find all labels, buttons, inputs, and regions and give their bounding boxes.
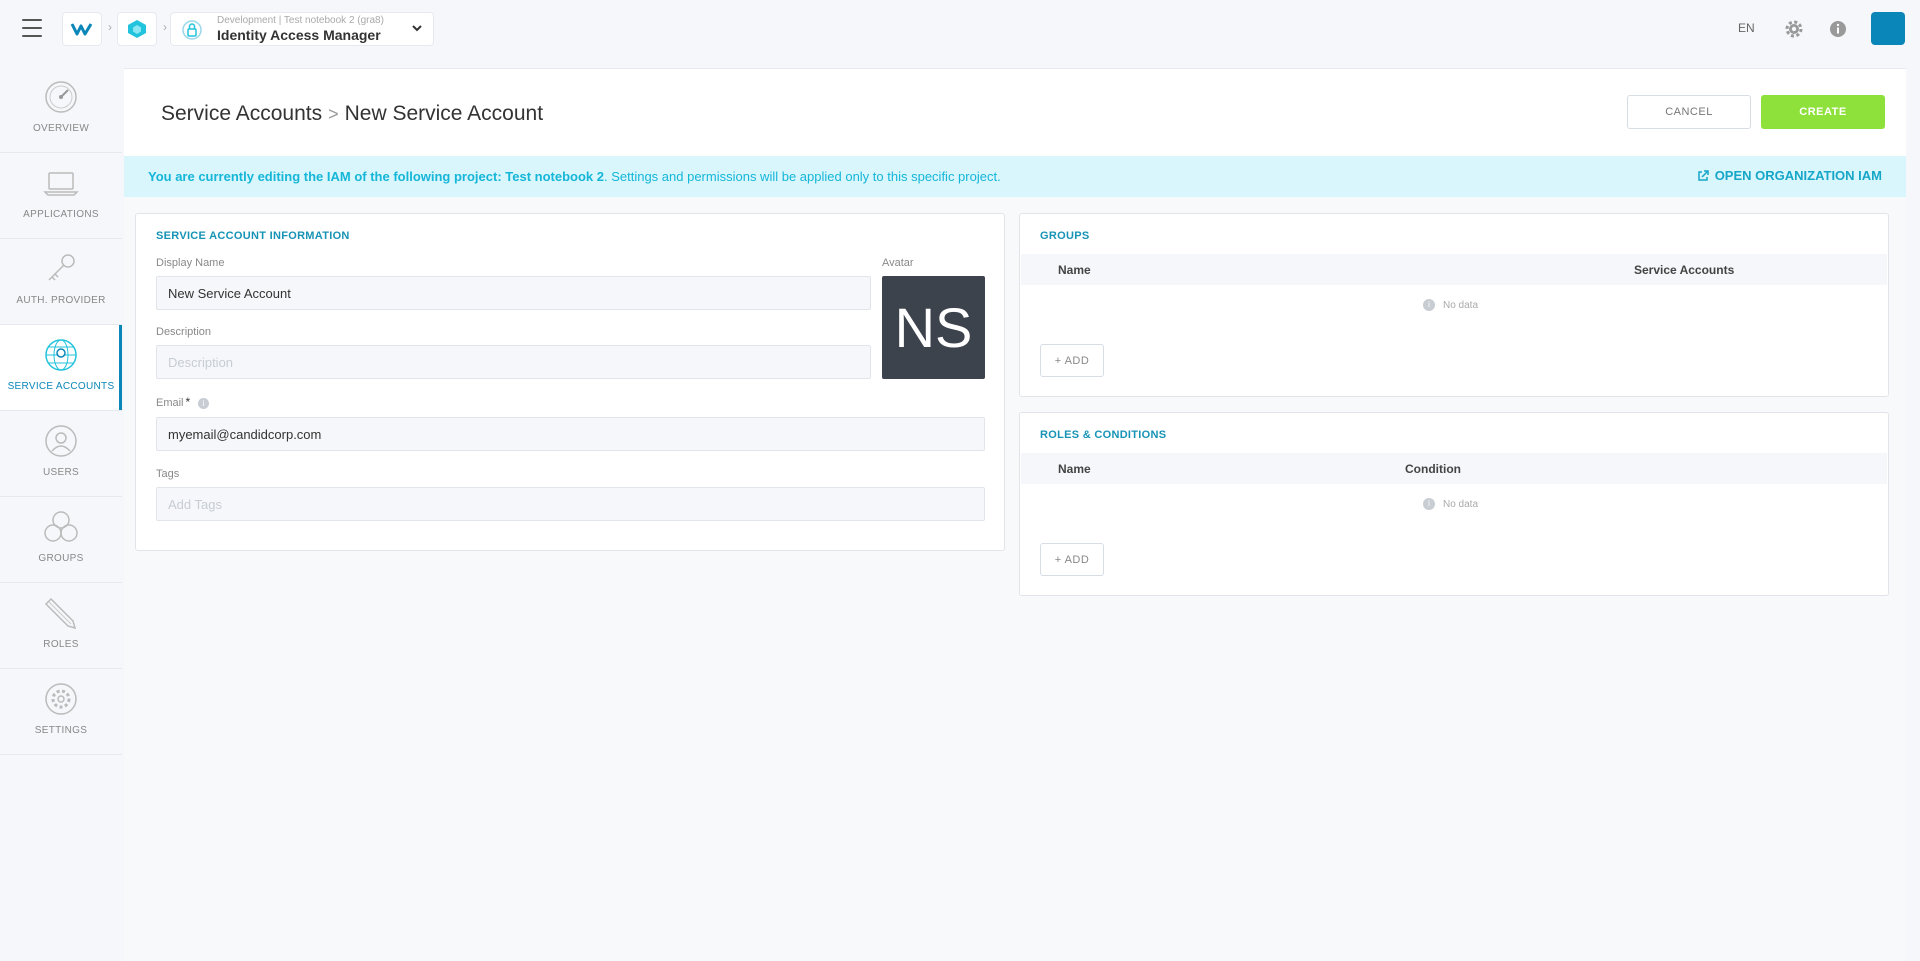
- no-data-text: No data: [1443, 498, 1479, 510]
- plus-icon: +: [1054, 553, 1065, 566]
- tags-label: Tags: [156, 468, 180, 480]
- roles-conditions-card: ROLES & CONDITIONS Name Condition i No d…: [1019, 412, 1889, 596]
- chevron-down-icon[interactable]: [411, 22, 423, 37]
- banner-bold-text: You are currently editing the IAM of the…: [148, 169, 604, 184]
- gear-icon: [45, 683, 77, 715]
- project-selector[interactable]: Development | Test notebook 2 (gra8) Ide…: [170, 12, 434, 46]
- breadcrumb-arrow: ›: [163, 20, 167, 34]
- breadcrumb-separator: >: [328, 103, 339, 124]
- workspace-button[interactable]: [117, 12, 157, 46]
- column-name[interactable]: Name: [1058, 462, 1091, 476]
- add-role-button[interactable]: + ADD: [1040, 543, 1104, 576]
- banner-text: You are currently editing the IAM of the…: [148, 169, 1001, 184]
- info-icon[interactable]: [1827, 18, 1849, 40]
- sidebar-item-label: GROUPS: [38, 553, 84, 564]
- info-icon: i: [1423, 498, 1435, 510]
- sidebar: OVERVIEW APPLICATIONS AUTH. PROVIDER SER…: [0, 67, 122, 755]
- sidebar-item-applications[interactable]: APPLICATIONS: [0, 153, 122, 239]
- workspace-icon: [128, 20, 146, 38]
- card-title: SERVICE ACCOUNT INFORMATION: [156, 230, 350, 242]
- sidebar-item-settings[interactable]: SETTINGS: [0, 669, 122, 755]
- column-service-accounts[interactable]: Service Accounts: [1634, 263, 1734, 277]
- no-data-text: No data: [1443, 299, 1479, 311]
- table-header: Name Condition: [1021, 453, 1887, 484]
- create-button[interactable]: CREATE: [1761, 95, 1885, 129]
- sidebar-item-label: OVERVIEW: [32, 123, 90, 134]
- no-data-message: i No data: [1423, 498, 1478, 510]
- open-organization-iam-link[interactable]: OPEN ORGANIZATION IAM: [1697, 168, 1882, 183]
- column-condition[interactable]: Condition: [1405, 462, 1461, 476]
- sidebar-item-label: AUTH. PROVIDER: [16, 295, 106, 306]
- add-group-button[interactable]: + ADD: [1040, 344, 1104, 377]
- column-name[interactable]: Name: [1058, 263, 1091, 277]
- sidebar-item-label: USERS: [43, 467, 79, 478]
- email-label: Email: [156, 397, 184, 409]
- logo-button[interactable]: [62, 12, 102, 46]
- sidebar-item-label: APPLICATIONS: [23, 209, 99, 220]
- description-input[interactable]: [156, 345, 871, 379]
- top-bar: › › Development | Test notebook 2 (gra8)…: [0, 0, 1920, 58]
- page-title: New Service Account: [344, 102, 544, 125]
- add-label: ADD: [1064, 354, 1090, 367]
- group-icon: [44, 511, 78, 542]
- description-label: Description: [156, 326, 212, 338]
- main-panel: Service Accounts > New Service Account C…: [124, 68, 1906, 961]
- external-link-icon: [1697, 169, 1709, 181]
- sidebar-item-label: ROLES: [43, 639, 79, 650]
- card-title: GROUPS: [1040, 230, 1090, 242]
- logo-icon: [70, 23, 93, 36]
- info-icon: i: [1423, 299, 1435, 311]
- project-banner: You are currently editing the IAM of the…: [124, 156, 1906, 197]
- sidebar-item-roles[interactable]: ROLES: [0, 583, 122, 669]
- service-account-info-card: SERVICE ACCOUNT INFORMATION Display Name…: [135, 213, 1005, 551]
- breadcrumb: Service Accounts > New Service Account: [161, 102, 543, 126]
- add-label: ADD: [1064, 553, 1090, 566]
- breadcrumb-arrow: ›: [108, 20, 112, 34]
- gauge-icon: [45, 81, 77, 113]
- lock-hand-icon: [182, 20, 202, 40]
- avatar[interactable]: NS: [882, 276, 985, 379]
- required-marker: *: [185, 395, 191, 409]
- sidebar-item-groups[interactable]: GROUPS: [0, 497, 122, 583]
- card-title: ROLES & CONDITIONS: [1040, 429, 1167, 441]
- plus-icon: +: [1054, 354, 1065, 367]
- open-organization-iam-label: OPEN ORGANIZATION IAM: [1714, 168, 1882, 183]
- gear-icon[interactable]: [1783, 18, 1805, 40]
- sidebar-item-auth-provider[interactable]: AUTH. PROVIDER: [0, 239, 122, 325]
- display-name-label: Display Name: [156, 257, 225, 269]
- language-selector[interactable]: EN: [1738, 21, 1755, 35]
- table-header: Name Service Accounts: [1021, 254, 1887, 285]
- breadcrumb-parent[interactable]: Service Accounts: [161, 102, 322, 126]
- info-icon[interactable]: i: [198, 397, 210, 409]
- sidebar-item-label: SETTINGS: [34, 725, 88, 736]
- email-label-group: Email * i: [156, 395, 210, 409]
- user-avatar-button[interactable]: [1871, 12, 1905, 45]
- sidebar-item-overview[interactable]: OVERVIEW: [0, 67, 122, 153]
- sidebar-item-users[interactable]: USERS: [0, 411, 122, 497]
- app-title: Identity Access Manager: [217, 26, 381, 43]
- groups-card: GROUPS Name Service Accounts i No data +…: [1019, 213, 1889, 397]
- menu-icon[interactable]: [22, 19, 42, 37]
- pencil-icon: [44, 597, 77, 630]
- globe-user-icon: [45, 339, 77, 371]
- cancel-button[interactable]: CANCEL: [1627, 95, 1751, 129]
- email-input[interactable]: [156, 417, 985, 451]
- no-data-message: i No data: [1423, 299, 1478, 311]
- sidebar-item-label: SERVICE ACCOUNTS: [7, 381, 115, 392]
- user-icon: [45, 425, 77, 457]
- display-name-input[interactable]: [156, 276, 871, 310]
- laptop-icon: [43, 172, 79, 196]
- page-header: Service Accounts > New Service Account C…: [124, 69, 1906, 156]
- tags-input[interactable]: [156, 487, 985, 521]
- avatar-label: Avatar: [882, 257, 914, 269]
- banner-rest-text: . Settings and permissions will be appli…: [603, 169, 1001, 184]
- project-path: Development | Test notebook 2 (gra8): [217, 15, 384, 27]
- key-icon: [48, 254, 75, 281]
- sidebar-item-service-accounts[interactable]: SERVICE ACCOUNTS: [0, 325, 122, 411]
